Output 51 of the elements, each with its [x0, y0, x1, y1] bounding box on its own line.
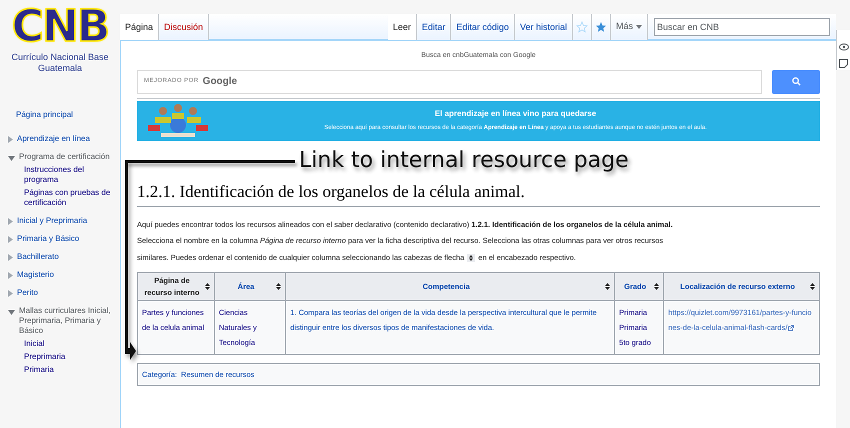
logo-subtitle: Guatemala: [38, 63, 82, 74]
external-link-icon: [788, 324, 794, 331]
page-tab[interactable]: Leer: [388, 14, 417, 40]
sidebar-link[interactable]: Preprimaria: [8, 352, 116, 362]
sort-arrows-icon[interactable]: [654, 283, 660, 290]
eye-icon[interactable]: [838, 43, 848, 51]
sidebar-section-link[interactable]: Bachillerato: [17, 252, 59, 262]
collapsed-caret-icon[interactable]: [8, 218, 13, 225]
sort-arrows-icon[interactable]: [810, 283, 815, 290]
sort-arrows-icon: [467, 254, 476, 262]
sidebar-link[interactable]: Página principal: [8, 110, 116, 120]
caret-icon: [636, 25, 642, 29]
sidebar-link[interactable]: Instrucciones del programa: [8, 165, 116, 185]
expanded-caret-icon[interactable]: [8, 156, 15, 161]
google-wordmark: Google: [202, 75, 238, 89]
sidebar-section-heading[interactable]: Programa de certificación: [19, 152, 110, 162]
search-button[interactable]: [772, 70, 820, 94]
page-tab[interactable]: Página: [120, 14, 160, 40]
search-icon: [792, 77, 800, 86]
page-heading: 1.2.1. Identificación de los organelos de la célula animal.: [137, 178, 820, 207]
search-field[interactable]: Buscar en CNB: [654, 18, 830, 36]
collapsed-caret-icon[interactable]: [8, 290, 13, 297]
sidebar-section-link[interactable]: Perito: [17, 288, 38, 298]
sort-arrows-icon[interactable]: [204, 283, 210, 290]
expanded-caret-icon[interactable]: [8, 310, 15, 315]
sort-arrows-icon[interactable]: [605, 283, 610, 290]
sidebar-section-link[interactable]: Primaria y Básico: [17, 234, 80, 244]
collapsed-caret-icon[interactable]: [8, 254, 13, 261]
page-tab[interactable]: Ver historial: [514, 14, 573, 40]
collapsed-caret-icon[interactable]: [8, 272, 13, 279]
sidebar-link[interactable]: Inicial: [8, 339, 116, 349]
sidebar-link[interactable]: Primaria: [8, 365, 116, 375]
logo-letters[interactable]: CNB: [12, 2, 108, 52]
sort-arrows-icon[interactable]: [276, 283, 282, 290]
logo-subtitle: Currículo Nacional Base: [11, 52, 109, 63]
sidebar-link[interactable]: Páginas con pruebas de certificación: [8, 188, 116, 208]
collapsed-caret-icon[interactable]: [8, 236, 13, 243]
annotation-label: Link to internal resource page: [299, 146, 629, 174]
collapsed-caret-icon[interactable]: [8, 136, 13, 143]
star-outline-icon[interactable]: [576, 21, 588, 33]
arrow-icon: [125, 160, 136, 360]
more-menu[interactable]: Más: [610, 14, 648, 40]
sidebar-section-link[interactable]: Aprendizaje en línea: [17, 134, 90, 144]
sidebar-section-link[interactable]: Inicial y Preprimaria: [17, 216, 88, 226]
page-tab[interactable]: Editar: [416, 14, 452, 40]
note-icon[interactable]: [839, 59, 848, 68]
star-icon[interactable]: [594, 21, 607, 33]
sidebar-section-link[interactable]: Magisterio: [17, 270, 54, 280]
page-tab[interactable]: Discusión: [159, 14, 210, 40]
page-tab[interactable]: Editar código: [451, 14, 515, 40]
sidebar-section-heading[interactable]: Mallas curriculares Inicial, Preprimaria, Primaria y Básico: [19, 306, 116, 336]
